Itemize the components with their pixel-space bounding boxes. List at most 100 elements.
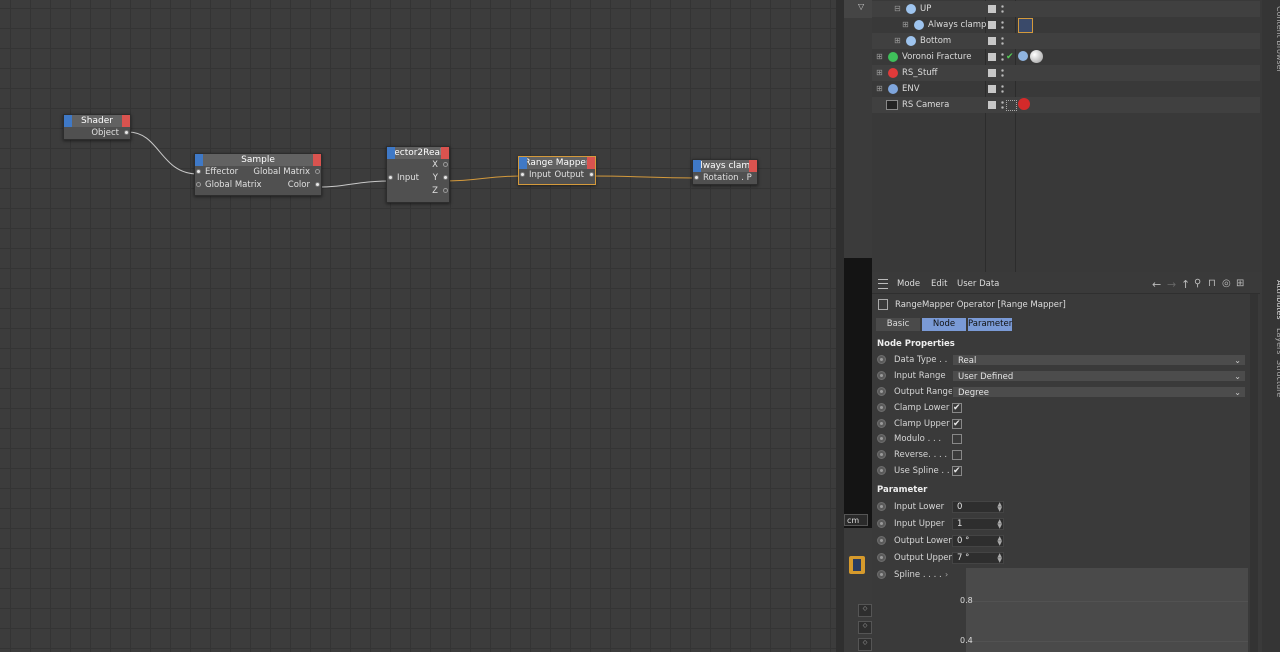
target-tag-icon[interactable] bbox=[1006, 100, 1017, 111]
node-header[interactable]: Range Mapper bbox=[519, 157, 595, 169]
modulo-checkbox[interactable] bbox=[952, 434, 962, 444]
spline-editor[interactable]: 0.8 0.4 bbox=[960, 568, 1248, 652]
object-row-env[interactable]: ⊞ ENV bbox=[872, 81, 1260, 97]
object-row-rs-stuff[interactable]: ⊞ RS_Stuff bbox=[872, 65, 1260, 81]
animate-radio[interactable] bbox=[877, 502, 886, 511]
expand-icon[interactable]: ⊞ bbox=[876, 81, 883, 97]
menu-icon[interactable] bbox=[878, 279, 888, 289]
port-rotation-p[interactable]: Rotation . P bbox=[693, 172, 757, 185]
xpresso-node-editor[interactable]: Shader Object Sample Effector Global Mat… bbox=[0, 0, 836, 652]
output-range-dropdown[interactable]: Degree ⌄ bbox=[952, 386, 1246, 398]
port-dot[interactable] bbox=[196, 169, 201, 174]
animate-radio[interactable] bbox=[877, 570, 886, 579]
spinner-icon[interactable]: ◇ bbox=[858, 604, 872, 617]
check-icon[interactable]: ✔ bbox=[1006, 49, 1014, 65]
port-dot[interactable] bbox=[315, 182, 320, 187]
visibility-dots[interactable] bbox=[1001, 36, 1004, 46]
stepper-icon[interactable]: ▲ ▼ bbox=[997, 519, 1002, 530]
animate-radio[interactable] bbox=[877, 450, 886, 459]
edit-toggle[interactable] bbox=[988, 69, 996, 77]
expand-icon[interactable]: ⊟ bbox=[894, 1, 901, 17]
object-row-rs-camera[interactable]: RS Camera bbox=[872, 97, 1260, 113]
unit-field[interactable]: cm bbox=[844, 514, 868, 526]
port-dot[interactable] bbox=[388, 175, 393, 180]
node-range-mapper[interactable]: Range Mapper Input Output bbox=[518, 156, 596, 185]
port-dot[interactable] bbox=[196, 182, 201, 187]
expand-icon[interactable]: ⊞ bbox=[902, 17, 909, 33]
node-header[interactable]: Sample bbox=[195, 154, 321, 166]
spinner-icon[interactable]: ◇ bbox=[858, 638, 872, 651]
tab-structure[interactable]: Structure bbox=[1266, 360, 1280, 397]
node-sample[interactable]: Sample Effector Global Matrix Global Mat… bbox=[194, 153, 322, 196]
port-x[interactable]: X bbox=[387, 159, 449, 172]
chevron-down-icon[interactable]: ▽ bbox=[858, 2, 864, 11]
up-arrow-icon[interactable]: ↑ bbox=[1181, 278, 1190, 291]
tab-parameter[interactable]: Parameter bbox=[968, 318, 1012, 331]
port-effector[interactable]: Effector Global Matrix bbox=[195, 166, 321, 179]
node-shader[interactable]: Shader Object bbox=[63, 114, 131, 140]
tab-basic[interactable]: Basic bbox=[876, 318, 920, 331]
object-row-up[interactable]: ⊟ UP bbox=[872, 1, 1260, 17]
tab-content-browser[interactable]: Content Browser bbox=[1266, 6, 1280, 73]
port-dot[interactable] bbox=[315, 169, 320, 174]
edit-toggle[interactable] bbox=[988, 21, 996, 29]
xpresso-tag-icon[interactable] bbox=[1018, 18, 1033, 33]
visibility-dots[interactable] bbox=[1001, 100, 1004, 110]
animate-radio[interactable] bbox=[877, 355, 886, 364]
animate-radio[interactable] bbox=[877, 419, 886, 428]
input-range-dropdown[interactable]: User Defined ⌄ bbox=[952, 370, 1246, 382]
tab-node[interactable]: Node bbox=[922, 318, 966, 331]
output-lower-field[interactable]: 0 ° ▲ ▼ bbox=[952, 535, 1004, 547]
spinner-icon[interactable]: ◇ bbox=[858, 621, 872, 634]
animate-radio[interactable] bbox=[877, 387, 886, 396]
tab-attributes[interactable]: Attributes bbox=[1266, 280, 1280, 320]
reverse-checkbox[interactable] bbox=[952, 450, 962, 460]
tab-layers[interactable]: Layers bbox=[1266, 328, 1280, 354]
search-icon[interactable]: ⚲ bbox=[1194, 278, 1201, 289]
material-tag-icon[interactable] bbox=[1030, 50, 1043, 63]
expand-icon[interactable]: ⊞ bbox=[876, 65, 883, 81]
port-input-output[interactable]: Input Output bbox=[519, 169, 595, 182]
port-global-matrix[interactable]: Global Matrix Color bbox=[195, 179, 321, 192]
expand-icon[interactable]: ⊞ bbox=[876, 49, 883, 65]
data-type-dropdown[interactable]: Real ⌄ bbox=[952, 354, 1246, 366]
attributes-scrollbar[interactable] bbox=[1250, 294, 1258, 652]
viewport-canvas[interactable] bbox=[844, 258, 872, 528]
animate-radio[interactable] bbox=[877, 519, 886, 528]
object-row-bottom[interactable]: ⊞ Bottom bbox=[872, 33, 1260, 49]
port-dot[interactable] bbox=[694, 175, 699, 180]
port-dot[interactable] bbox=[520, 172, 525, 177]
node-header[interactable]: Vector2Reals bbox=[387, 147, 449, 159]
film-icon[interactable] bbox=[849, 556, 865, 574]
port-dot[interactable] bbox=[443, 162, 448, 167]
node-header[interactable]: Always clamp bbox=[693, 160, 757, 172]
lock-icon[interactable]: ⊓ bbox=[1208, 278, 1216, 289]
expand-icon[interactable]: ⊞ bbox=[894, 33, 901, 49]
edit-toggle[interactable] bbox=[988, 85, 996, 93]
object-manager[interactable]: ⊟ UP ⊞ Always clamp ⊞ Bottom ⊞ Voronoi F… bbox=[872, 0, 1262, 272]
panel-splitter[interactable] bbox=[836, 0, 844, 652]
animate-radio[interactable] bbox=[877, 466, 886, 475]
new-panel-icon[interactable]: ⊞ bbox=[1236, 278, 1244, 289]
animate-radio[interactable] bbox=[877, 536, 886, 545]
animate-radio[interactable] bbox=[877, 553, 886, 562]
port-z[interactable]: Z bbox=[387, 185, 449, 198]
animate-radio[interactable] bbox=[877, 371, 886, 380]
menu-edit[interactable]: Edit bbox=[931, 279, 947, 289]
stepper-icon[interactable]: ▲ ▼ bbox=[997, 536, 1002, 547]
clamp-upper-checkbox[interactable] bbox=[952, 417, 962, 431]
edit-toggle[interactable] bbox=[988, 5, 996, 13]
port-dot[interactable] bbox=[589, 172, 594, 177]
visibility-dots[interactable] bbox=[1001, 4, 1004, 14]
clamp-lower-checkbox[interactable] bbox=[952, 401, 962, 415]
input-lower-field[interactable]: 0 ▲ ▼ bbox=[952, 501, 1004, 513]
menu-user-data[interactable]: User Data bbox=[957, 279, 999, 289]
node-header[interactable]: Shader bbox=[64, 115, 130, 127]
object-row-voronoi-fracture[interactable]: ⊞ Voronoi Fracture ✔ bbox=[872, 49, 1260, 65]
chevron-right-icon[interactable]: › bbox=[945, 568, 948, 582]
port-dot[interactable] bbox=[443, 188, 448, 193]
animate-radio[interactable] bbox=[877, 434, 886, 443]
edit-toggle[interactable] bbox=[988, 101, 996, 109]
output-upper-field[interactable]: 7 ° ▲ ▼ bbox=[952, 552, 1004, 564]
node-vector2reals[interactable]: Vector2Reals X Input Y Z bbox=[386, 146, 450, 203]
